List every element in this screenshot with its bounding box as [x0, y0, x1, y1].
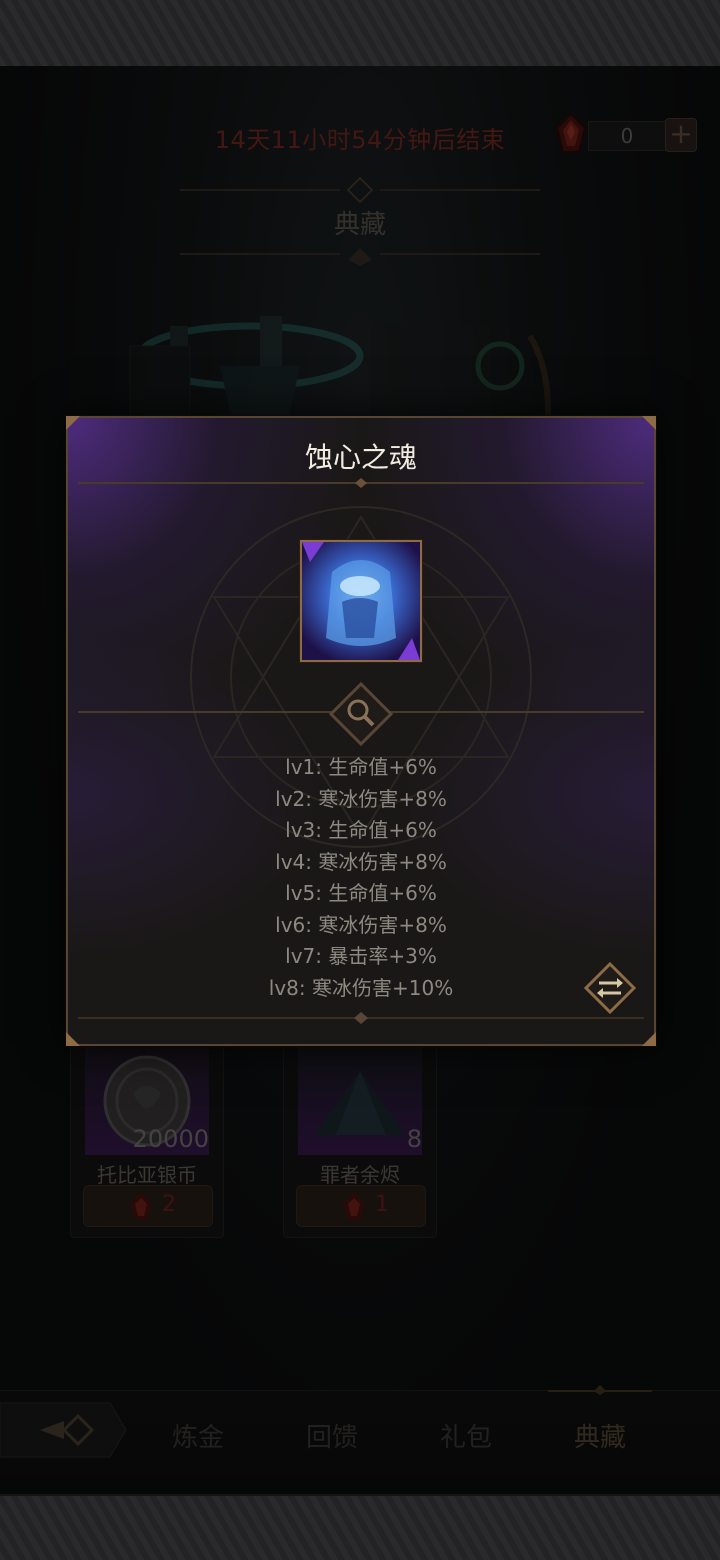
corner-ornament [66, 1032, 80, 1046]
stat-line: lv6: 寒冰伤害+8% [275, 912, 447, 937]
title-divider [78, 478, 644, 488]
swap-arrows-icon[interactable] [584, 962, 636, 1014]
stat-line: lv4: 寒冰伤害+8% [275, 849, 447, 874]
bottom-ornament-bar [0, 1494, 720, 1560]
corner-ornament [642, 1032, 656, 1046]
magnifier-icon[interactable] [329, 682, 393, 746]
level-stats-list: lv1: 生命值+6% lv2: 寒冰伤害+8% lv3: 生命值+6% lv4… [68, 752, 654, 1004]
stat-line: lv8: 寒冰伤害+10% [268, 975, 454, 1000]
stat-line: lv2: 寒冰伤害+8% [275, 786, 447, 811]
corner-ornament [66, 416, 80, 430]
ice-soul-icon [302, 542, 420, 660]
item-detail-popup: 蚀心之魂 lv1: 生命值+6% lv2: 寒冰伤害+8% lv3: 生命值+6… [66, 416, 656, 1046]
stat-line: lv5: 生命值+6% [285, 881, 437, 905]
top-ornament-bar [0, 0, 720, 68]
bottom-divider [78, 1012, 644, 1024]
stat-line: lv1: 生命值+6% [285, 755, 437, 779]
stat-line: lv3: 生命值+6% [285, 818, 437, 842]
corner-ornament [642, 416, 656, 430]
stat-line: lv7: 暴击率+3% [285, 944, 437, 968]
game-screen: 14天11小时54分钟后结束 0 + 典藏 20000 托比亚银币 2 8 罪者… [0, 0, 720, 1560]
item-frame [300, 540, 422, 662]
popup-title: 蚀心之魂 [304, 441, 417, 474]
